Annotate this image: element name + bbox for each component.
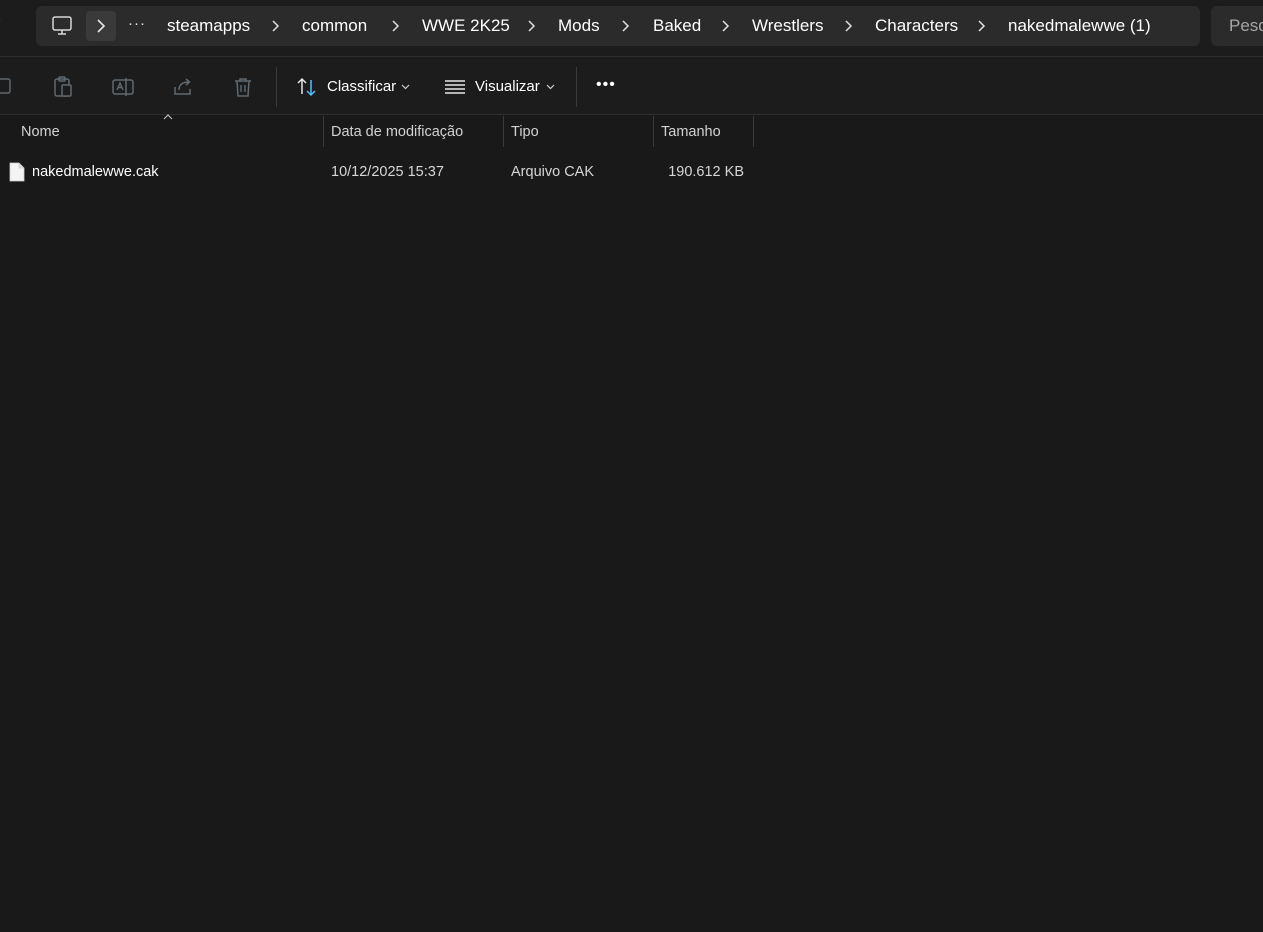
column-header-modified[interactable]: Data de modificação [331,116,501,148]
breadcrumb-item[interactable]: WWE 2K25 [422,6,510,46]
breadcrumb-item[interactable]: Mods [558,6,600,46]
sort-label: Classificar [327,78,397,95]
view-list-icon [445,80,465,94]
file-row[interactable]: nakedmalewwe.cak 10/12/2025 15:37 Arquiv… [0,156,754,188]
search-input[interactable]: Pesq [1211,6,1263,46]
chevron-right-icon[interactable] [721,20,731,32]
computer-icon[interactable] [50,15,74,37]
view-button[interactable]: Visualizar [436,67,564,107]
chevron-right-icon[interactable] [977,20,987,32]
file-icon [9,162,25,182]
paste-icon[interactable] [51,75,75,99]
sort-icon [297,77,316,97]
column-header-type[interactable]: Tipo [511,116,651,148]
refresh-icon[interactable] [0,14,8,38]
column-header-size[interactable]: Tamanho [661,116,751,148]
chevron-down-icon [401,84,410,90]
rename-icon[interactable] [111,75,135,99]
chevron-right-icon[interactable] [621,20,631,32]
file-modified: 10/12/2025 15:37 [331,164,444,180]
toolbar-divider [276,67,277,107]
command-bar: Classificar Visualizar ••• [0,57,1263,115]
chevron-right-icon[interactable] [271,20,281,32]
file-type: Arquivo CAK [511,164,595,180]
file-list-empty-area[interactable] [0,190,1263,932]
delete-icon[interactable] [231,75,255,99]
column-resize-handle[interactable] [753,116,754,147]
breadcrumb-expand-button[interactable] [86,11,116,41]
toolbar-divider [576,67,577,107]
breadcrumb-current[interactable]: nakedmalewwe (1) [1008,6,1151,46]
breadcrumb-overflow-button[interactable]: ··· [128,12,146,38]
address-bar[interactable]: ··· steamapps common WWE 2K25 Mods Baked… [36,6,1200,46]
more-icon: ••• [596,76,616,93]
breadcrumb-item[interactable]: Baked [653,6,701,46]
chevron-right-icon [97,19,106,33]
breadcrumb-item[interactable]: Wrestlers [752,6,823,46]
view-label: Visualizar [475,78,540,95]
breadcrumb-item[interactable]: Characters [875,6,958,46]
column-resize-handle[interactable] [503,116,504,147]
sort-button[interactable]: Classificar [288,67,418,107]
breadcrumb-item[interactable]: steamapps [167,6,250,46]
divider [0,114,1263,115]
address-bar-row: ··· steamapps common WWE 2K25 Mods Baked… [0,0,1263,56]
chevron-right-icon[interactable] [391,20,401,32]
chevron-down-icon [546,84,555,90]
chevron-right-icon[interactable] [844,20,854,32]
column-resize-handle[interactable] [653,116,654,147]
column-header-name[interactable]: Nome [21,116,321,148]
share-icon[interactable] [171,75,195,99]
copy-icon[interactable] [0,75,16,99]
breadcrumb-item[interactable]: common [302,6,367,46]
file-name[interactable]: nakedmalewwe.cak [32,156,159,188]
more-options-button[interactable]: ••• [588,67,628,107]
chevron-right-icon[interactable] [527,20,537,32]
file-size: 190.612 KB [668,164,744,180]
column-resize-handle[interactable] [323,116,324,147]
